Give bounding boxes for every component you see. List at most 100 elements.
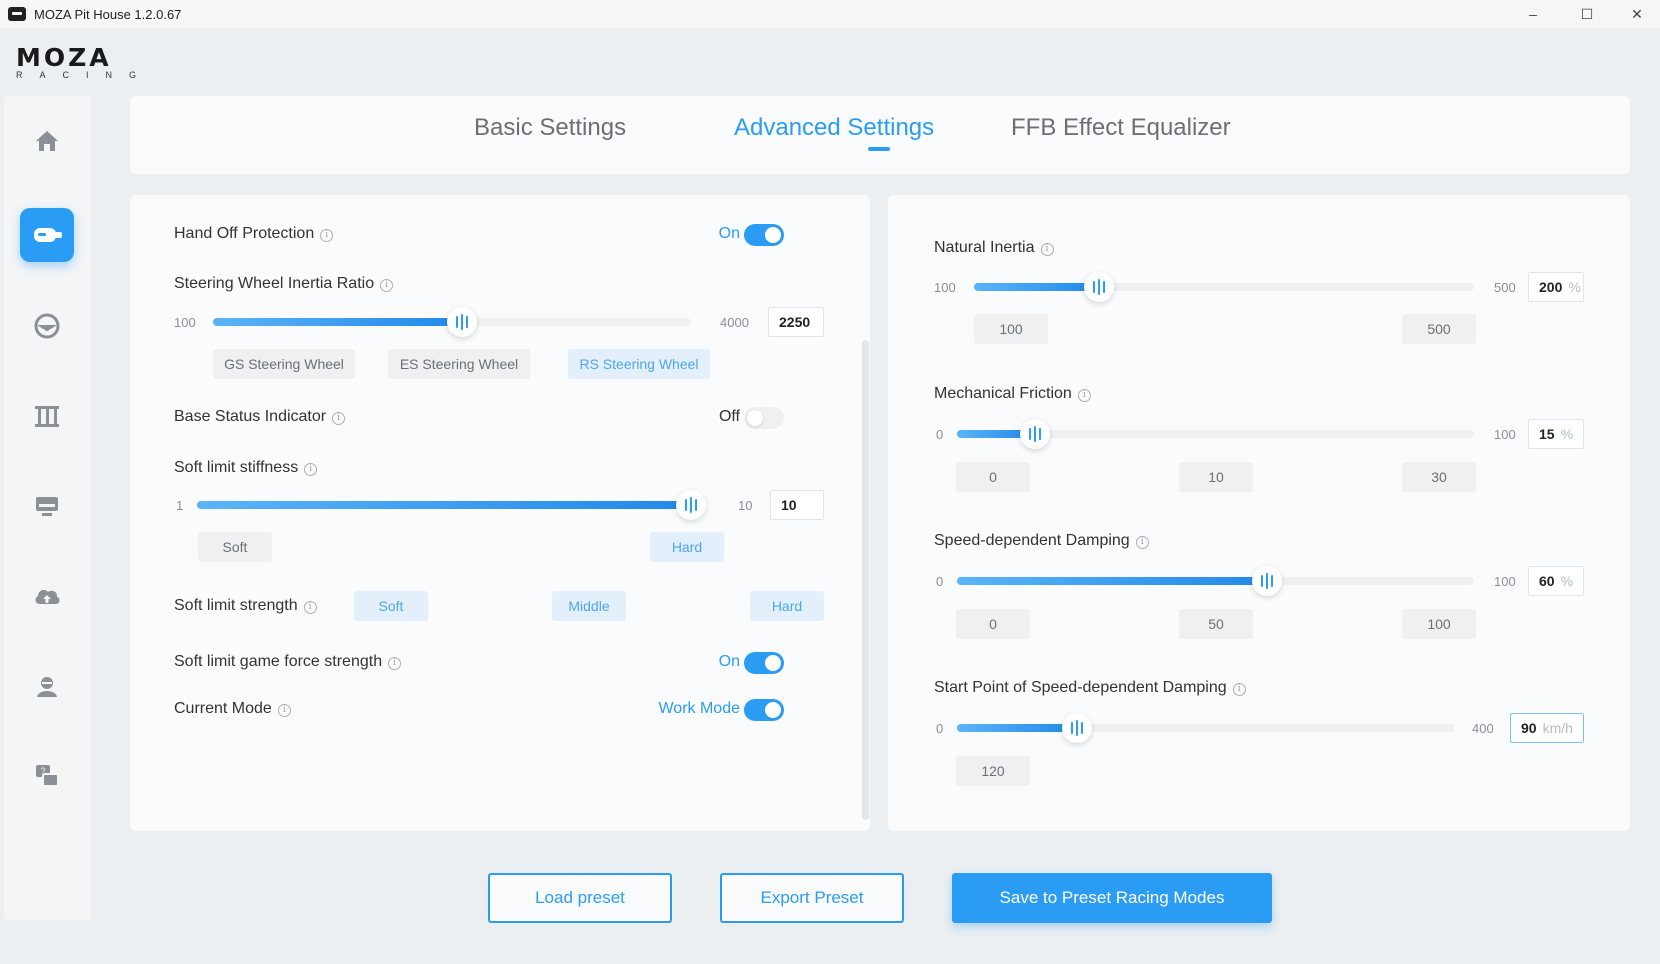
preset-friction-30[interactable]: 30 <box>1402 462 1476 492</box>
moza-logo: MOZA RACING <box>16 43 154 80</box>
base-status-indicator-toggle[interactable] <box>744 407 784 429</box>
natural-inertia-min: 100 <box>934 280 956 295</box>
soft-limit-game-force-state: On <box>718 653 740 670</box>
info-icon[interactable]: i <box>1040 243 1054 256</box>
slider-thumb[interactable] <box>676 490 706 520</box>
soft-limit-game-force-toggle[interactable] <box>744 652 784 674</box>
preset-damping-100[interactable]: 100 <box>1402 609 1476 639</box>
title-bar: MOZA Pit House 1.2.0.67 – ☐ ✕ <box>0 0 1660 28</box>
preset-friction-10[interactable]: 10 <box>1179 462 1253 492</box>
base-status-indicator-label: Base Status Indicator i <box>174 408 346 426</box>
export-preset-button[interactable]: Export Preset <box>720 873 904 923</box>
tab-basic-settings[interactable]: Basic Settings <box>474 114 626 142</box>
slider-thumb[interactable] <box>1252 566 1283 596</box>
soft-limit-game-force-label: Soft limit game force strength i <box>174 653 402 671</box>
info-icon[interactable]: i <box>304 463 318 476</box>
preset-friction-0[interactable]: 0 <box>956 462 1030 492</box>
app-icon <box>8 7 26 21</box>
mechanical-friction-slider[interactable] <box>957 419 1474 449</box>
preset-start-point-120[interactable]: 120 <box>956 756 1030 786</box>
maximize-button[interactable]: ☐ <box>1564 0 1610 28</box>
active-tab-indicator <box>868 147 890 151</box>
speed-damping-min: 0 <box>936 574 944 589</box>
save-to-preset-racing-modes-button[interactable]: Save to Preset Racing Modes <box>952 873 1272 923</box>
close-button[interactable]: ✕ <box>1614 0 1660 28</box>
window-title: MOZA Pit House 1.2.0.67 <box>34 6 182 22</box>
support-icon: ? <box>36 765 59 787</box>
inertia-ratio-value[interactable]: 2250 <box>768 307 824 337</box>
preset-stiffness-hard[interactable]: Hard <box>650 532 724 562</box>
strength-option-middle[interactable]: Middle <box>552 591 626 621</box>
start-point-damping-label: Start Point of Speed-dependent Damping i <box>934 679 1246 697</box>
sidebar-item-wheelbase[interactable] <box>20 208 74 262</box>
mechanical-friction-min: 0 <box>936 427 944 442</box>
slider-thumb[interactable] <box>1061 713 1092 743</box>
sidebar-item-steering-wheel[interactable] <box>20 299 74 353</box>
info-icon[interactable]: i <box>1135 536 1149 549</box>
slider-thumb[interactable] <box>1084 272 1114 302</box>
natural-inertia-label: Natural Inertia i <box>934 239 1054 257</box>
info-icon[interactable]: i <box>380 279 394 292</box>
inertia-ratio-slider[interactable] <box>213 307 691 337</box>
soft-limit-stiffness-label: Soft limit stiffness i <box>174 459 318 477</box>
strength-option-hard[interactable]: Hard <box>750 591 824 621</box>
preset-damping-50[interactable]: 50 <box>1179 609 1253 639</box>
load-preset-button[interactable]: Load preset <box>488 873 672 923</box>
sidebar-item-support[interactable]: ? <box>20 749 74 803</box>
dashboard-icon <box>36 497 58 516</box>
info-icon[interactable]: i <box>1232 683 1246 696</box>
speed-damping-label: Speed-dependent Damping i <box>934 532 1149 550</box>
slider-thumb[interactable] <box>446 307 477 337</box>
current-mode-toggle[interactable] <box>744 699 784 721</box>
inertia-ratio-max: 4000 <box>720 315 749 330</box>
pedals-icon <box>35 406 59 427</box>
info-icon[interactable]: i <box>1077 389 1091 402</box>
tab-advanced-settings[interactable]: Advanced Settings <box>734 114 934 142</box>
hand-off-protection-toggle[interactable] <box>744 224 784 246</box>
inertia-ratio-label: Steering Wheel Inertia Ratio i <box>174 275 394 293</box>
start-point-slider[interactable] <box>957 713 1455 743</box>
info-icon[interactable]: i <box>388 657 402 670</box>
sidebar-item-user[interactable] <box>20 659 74 713</box>
soft-limit-strength-label: Soft limit strength i <box>174 597 317 615</box>
speed-damping-slider[interactable] <box>957 566 1474 596</box>
start-point-max: 400 <box>1472 721 1494 736</box>
sidebar-item-pedals[interactable] <box>20 389 74 443</box>
start-point-value-input[interactable]: 90 km/h <box>1510 713 1584 743</box>
tab-ffb-effect-equalizer[interactable]: FFB Effect Equalizer <box>1011 114 1231 142</box>
preset-es-steering-wheel[interactable]: ES Steering Wheel <box>388 349 530 379</box>
preset-inertia-500[interactable]: 500 <box>1402 314 1476 344</box>
sidebar-item-dashboard[interactable] <box>20 479 74 533</box>
hand-off-protection-label: Hand Off Protection i <box>174 225 334 243</box>
minimize-button[interactable]: – <box>1510 0 1556 28</box>
info-icon[interactable]: i <box>320 229 334 242</box>
soft-limit-stiffness-slider[interactable] <box>197 490 706 520</box>
natural-inertia-value[interactable]: 200% <box>1528 272 1584 302</box>
hand-off-protection-state: On <box>718 225 740 242</box>
soft-limit-stiffness-value[interactable]: 10 <box>770 490 824 520</box>
left-panel-scrollbar[interactable] <box>862 340 869 820</box>
mechanical-friction-max: 100 <box>1494 427 1516 442</box>
info-icon[interactable]: i <box>277 704 291 717</box>
wheelbase-icon <box>34 228 62 242</box>
preset-gs-steering-wheel[interactable]: GS Steering Wheel <box>213 349 355 379</box>
preset-damping-0[interactable]: 0 <box>956 609 1030 639</box>
preset-rs-steering-wheel[interactable]: RS Steering Wheel <box>568 349 710 379</box>
mechanical-friction-value[interactable]: 15% <box>1528 419 1584 449</box>
current-mode-state: Work Mode <box>658 700 740 717</box>
info-icon[interactable]: i <box>332 412 346 425</box>
home-icon <box>36 131 58 151</box>
sidebar-item-cloud[interactable] <box>20 569 74 623</box>
preset-inertia-100[interactable]: 100 <box>974 314 1048 344</box>
cloud-upload-icon <box>35 589 60 604</box>
preset-stiffness-soft[interactable]: Soft <box>198 532 272 562</box>
strength-option-soft[interactable]: Soft <box>354 591 428 621</box>
speed-damping-value[interactable]: 60% <box>1528 566 1584 596</box>
slider-thumb[interactable] <box>1019 419 1050 449</box>
info-icon[interactable]: i <box>303 601 317 614</box>
natural-inertia-slider[interactable] <box>974 272 1474 302</box>
inertia-ratio-min: 100 <box>174 315 196 330</box>
sidebar-item-home[interactable] <box>20 114 74 168</box>
steering-wheel-icon <box>34 313 60 339</box>
natural-inertia-max: 500 <box>1494 280 1516 295</box>
